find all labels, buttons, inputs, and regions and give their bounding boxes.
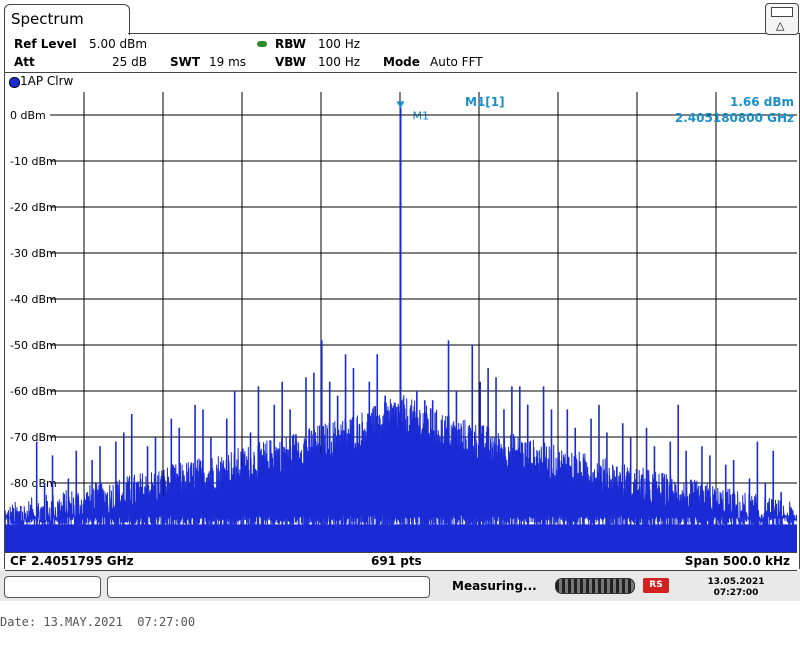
y-tick-label: -70 dBm: [10, 431, 57, 444]
y-tick-label: -80 dBm: [10, 477, 57, 490]
vbw-value[interactable]: 100 Hz: [318, 55, 360, 69]
marker-label: M1: [413, 109, 430, 122]
tab-label: Spectrum: [11, 10, 84, 28]
rbw-label: RBW: [275, 37, 306, 51]
measuring-status: Measuring...: [452, 579, 537, 593]
y-tick-label: -50 dBm: [10, 339, 57, 352]
y-tick-label: -20 dBm: [10, 201, 57, 214]
marker-header: M1[1]: [465, 95, 505, 109]
vbw-label: VBW: [275, 55, 307, 69]
status-time: 07:27:00: [713, 588, 759, 598]
rbw-value[interactable]: 100 Hz: [318, 37, 360, 51]
ref-level-label: Ref Level: [14, 37, 77, 51]
swt-value[interactable]: 19 ms: [209, 55, 246, 69]
tab-spectrum[interactable]: Spectrum: [4, 4, 130, 35]
rs-logo-icon: RS: [643, 578, 669, 593]
y-tick-label: -60 dBm: [10, 385, 57, 398]
trace-header: [5, 72, 797, 93]
spectrum-plot[interactable]: 0 dBm -10 dBm -20 dBm -30 dBm -40 dBm -50 dBm…: [4, 92, 798, 552]
att-value[interactable]: 25 dB: [112, 55, 147, 69]
ref-level-value[interactable]: 5.00 dBm: [89, 37, 147, 51]
y-tick-label: -40 dBm: [10, 293, 57, 306]
status-field-2: [107, 576, 430, 598]
progress-bar: [555, 578, 635, 594]
date-stamp: Date: 13.MAY.2021 07:27:00: [0, 615, 196, 629]
att-label: Att: [14, 55, 35, 69]
display-toggle-button[interactable]: △: [765, 3, 799, 35]
y-tick-label: 0 dBm: [10, 109, 46, 122]
trace-indicator-icon: [9, 77, 20, 88]
sweep-points[interactable]: 691 pts: [371, 554, 422, 568]
span[interactable]: Span 500.0 kHz: [685, 554, 790, 568]
window-icon: [771, 7, 793, 17]
mode-label: Mode: [383, 55, 420, 69]
swt-label: SWT: [170, 55, 201, 69]
center-frequency[interactable]: CF 2.4051795 GHz: [10, 554, 134, 568]
status-field-1: [4, 576, 101, 598]
spectrum-svg: 0 dBm -10 dBm -20 dBm -30 dBm -40 dBm -50 dBm…: [4, 92, 798, 552]
trace-label[interactable]: 1AP Clrw: [20, 74, 73, 88]
rbw-indicator-icon: [257, 41, 267, 47]
triangle-icon: △: [776, 19, 785, 32]
y-tick-label: -10 dBm: [10, 155, 57, 168]
status-date: 13.05.2021: [707, 577, 765, 587]
marker-frequency: 2.405180800 GHz: [674, 111, 794, 125]
marker-level: 1.66 dBm: [729, 95, 794, 109]
mode-value[interactable]: Auto FFT: [430, 55, 483, 69]
y-tick-label: -30 dBm: [10, 247, 57, 260]
